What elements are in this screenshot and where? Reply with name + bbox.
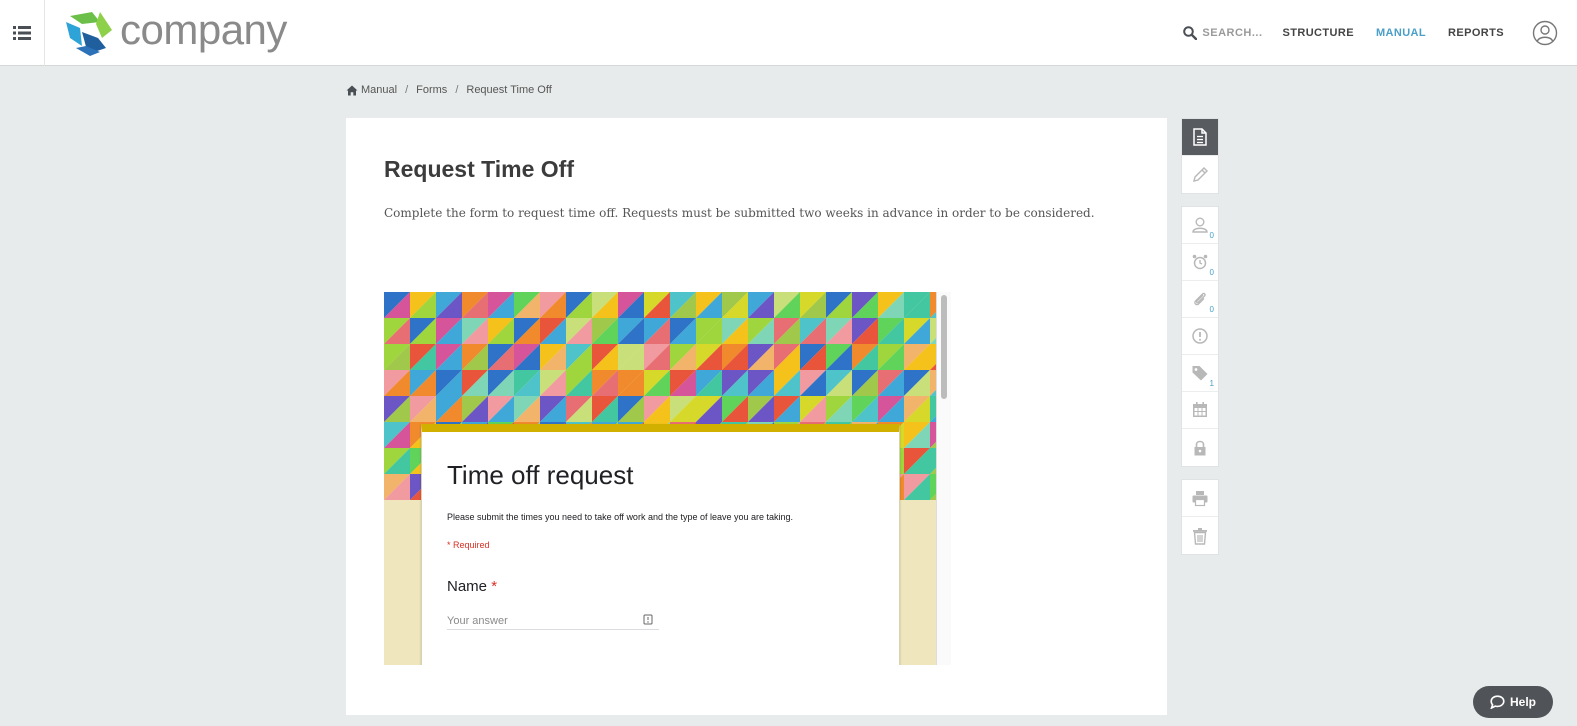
company-logo[interactable]: company <box>62 8 287 58</box>
breadcrumb-current: Request Time Off <box>466 84 552 96</box>
form-card: Time off request Please submit the times… <box>421 424 900 665</box>
alert-circle-icon <box>1192 328 1208 344</box>
chat-bubble-icon <box>1490 695 1505 709</box>
page-description: Complete the form to request time off. R… <box>384 206 1095 220</box>
question-label: Name * <box>447 578 497 595</box>
tool-rail: 0 0 0 1 <box>1181 118 1219 567</box>
form-required-note: * Required <box>447 540 490 550</box>
content-panel: Request Time Off Complete the form to re… <box>346 118 1167 715</box>
delete-button[interactable] <box>1182 517 1218 554</box>
permissions-button[interactable] <box>1182 429 1218 466</box>
required-asterisk: * <box>491 578 498 595</box>
logo-text: company <box>120 6 287 53</box>
alarm-clock-icon <box>1192 254 1208 270</box>
pencil-icon <box>1193 166 1208 182</box>
tag-icon <box>1192 366 1208 381</box>
logo-mark-icon <box>66 12 112 56</box>
page-title: Request Time Off <box>384 156 574 182</box>
search-button[interactable]: SEARCH... <box>1183 26 1262 40</box>
home-icon[interactable] <box>346 85 358 96</box>
breadcrumb-separator: / <box>405 84 409 96</box>
breadcrumb-separator: / <box>455 84 459 96</box>
help-button[interactable]: Help <box>1473 686 1553 718</box>
breadcrumb-forms[interactable]: Forms <box>416 84 447 96</box>
document-actions-group <box>1181 479 1219 555</box>
form-description: Please submit the times you need to take… <box>447 512 794 522</box>
list-menu-icon <box>13 26 31 40</box>
calendar-icon <box>1193 402 1207 417</box>
tags-count: 1 <box>1209 379 1214 388</box>
tags-button[interactable]: 1 <box>1182 355 1218 392</box>
top-bar: company SEARCH... STRUCTURE MANUAL REPOR… <box>0 0 1577 66</box>
breadcrumb: Manual / Forms / Request Time Off <box>346 84 552 96</box>
reminders-count: 0 <box>1209 268 1214 277</box>
embedded-form-frame[interactable]: Time off request Please submit the times… <box>384 292 951 665</box>
help-label: Help <box>1509 695 1536 709</box>
print-button[interactable] <box>1182 480 1218 517</box>
user-profile-icon[interactable] <box>1532 20 1558 46</box>
name-answer-input[interactable] <box>447 612 659 630</box>
menu-button[interactable] <box>0 0 45 66</box>
form-scrollbar[interactable] <box>936 292 951 665</box>
scrollbar-thumb[interactable] <box>941 295 947 399</box>
breadcrumb-manual[interactable]: Manual <box>361 84 397 96</box>
nav-manual[interactable]: MANUAL <box>1376 27 1426 39</box>
attachments-count: 0 <box>1209 305 1214 314</box>
view-mode-group <box>1181 118 1219 194</box>
search-icon <box>1183 26 1198 40</box>
attachments-button[interactable]: 0 <box>1182 281 1218 318</box>
owners-button[interactable]: 0 <box>1182 207 1218 244</box>
nav-structure[interactable]: STRUCTURE <box>1283 27 1354 39</box>
search-label: SEARCH... <box>1202 27 1263 39</box>
issues-button[interactable] <box>1182 318 1218 355</box>
form-title: Time off request <box>447 460 634 490</box>
schedule-button[interactable] <box>1182 392 1218 429</box>
nav-reports[interactable]: REPORTS <box>1448 27 1504 39</box>
top-nav: SEARCH... STRUCTURE MANUAL REPORTS <box>1183 0 1577 66</box>
question-name-label: Name <box>447 578 488 595</box>
user-icon <box>1192 217 1208 233</box>
printer-icon <box>1192 491 1208 507</box>
lock-icon <box>1194 440 1206 455</box>
document-icon <box>1193 128 1207 146</box>
owners-count: 0 <box>1209 231 1214 240</box>
meta-tools-group: 0 0 0 1 <box>1181 206 1219 467</box>
edit-button[interactable] <box>1182 156 1218 193</box>
autofill-icon <box>643 614 653 625</box>
paperclip-icon <box>1194 292 1206 306</box>
reminders-button[interactable]: 0 <box>1182 244 1218 281</box>
trash-icon <box>1193 527 1207 545</box>
view-document-button[interactable] <box>1182 119 1218 156</box>
